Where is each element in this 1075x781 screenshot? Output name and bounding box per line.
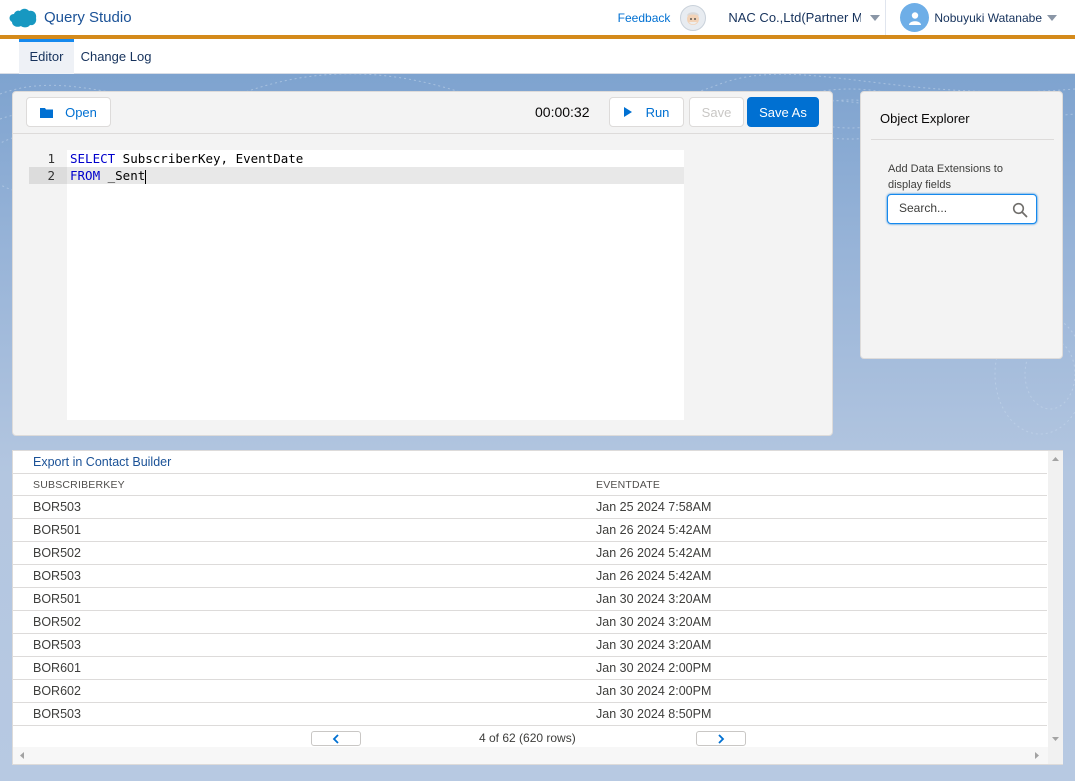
table-row[interactable]: BOR502 Jan 30 2024 3:20AM bbox=[13, 611, 1047, 634]
folder-icon bbox=[40, 107, 54, 118]
table-row[interactable]: BOR601 Jan 30 2024 2:00PM bbox=[13, 657, 1047, 680]
cell-eventdate: Jan 30 2024 3:20AM bbox=[596, 592, 712, 606]
column-header-subscriberkey[interactable]: SUBSCRIBERKEY bbox=[33, 479, 125, 491]
next-page-button[interactable] bbox=[696, 731, 746, 746]
save-button[interactable]: Save bbox=[689, 97, 744, 127]
save-as-button[interactable]: Save As bbox=[747, 97, 819, 127]
table-row[interactable]: BOR602 Jan 30 2024 2:00PM bbox=[13, 680, 1047, 703]
cell-eventdate: Jan 30 2024 2:00PM bbox=[596, 661, 712, 675]
feedback-link[interactable]: Feedback bbox=[618, 11, 671, 25]
app-title: Query Studio bbox=[44, 9, 132, 26]
data-extension-search[interactable] bbox=[887, 194, 1037, 224]
header-controls: Feedback NAC Co.,Ltd(Partner M... Nobuyu… bbox=[618, 0, 1075, 35]
object-explorer-panel: Object Explorer Add Data Extensions to d… bbox=[860, 91, 1063, 359]
scroll-right-icon[interactable] bbox=[1031, 748, 1043, 763]
tab-editor[interactable]: Editor bbox=[19, 39, 74, 74]
code-line-active: 2 FROM _Sent bbox=[29, 167, 684, 184]
tab-bar: Editor Change Log bbox=[0, 39, 1075, 74]
cell-eventdate: Jan 30 2024 3:20AM bbox=[596, 615, 712, 629]
cell-eventdate: Jan 26 2024 5:42AM bbox=[596, 569, 712, 583]
cloud-logo-icon bbox=[9, 8, 37, 27]
cell-eventdate: Jan 26 2024 5:42AM bbox=[596, 546, 712, 560]
cell-eventdate: Jan 30 2024 3:20AM bbox=[596, 638, 712, 652]
open-button-label: Open bbox=[65, 104, 97, 120]
query-timer: 00:00:32 bbox=[535, 104, 590, 120]
line-number: 2 bbox=[29, 167, 67, 184]
table-row[interactable]: BOR502 Jan 26 2024 5:42AM bbox=[13, 542, 1047, 565]
cell-subscriberkey: BOR501 bbox=[33, 592, 81, 606]
einstein-avatar-icon[interactable] bbox=[680, 4, 707, 31]
play-icon bbox=[623, 107, 632, 117]
line-gutter bbox=[29, 150, 67, 420]
cell-subscriberkey: BOR503 bbox=[33, 500, 81, 514]
sql-text: SubscriberKey, EventDate bbox=[115, 151, 304, 166]
search-icon[interactable] bbox=[1012, 202, 1028, 218]
table-row[interactable]: BOR503 Jan 25 2024 7:58AM bbox=[13, 496, 1047, 519]
run-button[interactable]: Run bbox=[609, 97, 684, 127]
cell-subscriberkey: BOR502 bbox=[33, 615, 81, 629]
table-row[interactable]: BOR503 Jan 30 2024 8:50PM bbox=[13, 703, 1047, 726]
global-header: Query Studio Feedback NAC Co.,Ltd(Partne… bbox=[0, 0, 1075, 35]
user-avatar-icon[interactable] bbox=[900, 3, 930, 32]
user-menu[interactable]: Nobuyuki Watanabe bbox=[934, 11, 1042, 25]
vertical-scrollbar[interactable] bbox=[1048, 451, 1063, 764]
horizontal-scrollbar[interactable] bbox=[13, 747, 1048, 764]
column-header-eventdate[interactable]: EVENTDATE bbox=[596, 479, 660, 491]
scroll-down-icon[interactable] bbox=[1048, 733, 1063, 745]
pager-status: 4 of 62 (620 rows) bbox=[479, 731, 576, 745]
divider bbox=[871, 139, 1054, 140]
cell-subscriberkey: BOR602 bbox=[33, 684, 81, 698]
cell-eventdate: Jan 30 2024 8:50PM bbox=[596, 707, 712, 721]
sql-text: _Sent bbox=[100, 168, 146, 183]
cell-subscriberkey: BOR503 bbox=[33, 638, 81, 652]
code-text: SELECT SubscriberKey, EventDate bbox=[70, 150, 303, 167]
cell-subscriberkey: BOR503 bbox=[33, 707, 81, 721]
sql-keyword: SELECT bbox=[70, 151, 116, 166]
divider bbox=[885, 0, 887, 35]
table-row[interactable]: BOR501 Jan 30 2024 3:20AM bbox=[13, 588, 1047, 611]
tab-change-log[interactable]: Change Log bbox=[80, 39, 152, 74]
object-explorer-title: Object Explorer bbox=[880, 111, 970, 126]
cell-subscriberkey: BOR501 bbox=[33, 523, 81, 537]
object-explorer-help: Add Data Extensions to display fields bbox=[888, 163, 1003, 191]
table-row[interactable]: BOR503 Jan 30 2024 3:20AM bbox=[13, 634, 1047, 657]
sql-keyword: FROM bbox=[70, 168, 101, 183]
text-cursor bbox=[145, 169, 147, 184]
chevron-right-icon bbox=[718, 733, 725, 744]
results-header-row: SUBSCRIBERKEY EVENTDATE bbox=[13, 474, 1047, 496]
export-contact-builder-link[interactable]: Export in Contact Builder bbox=[33, 455, 171, 469]
table-row[interactable]: BOR503 Jan 26 2024 5:42AM bbox=[13, 565, 1047, 588]
cell-eventdate: Jan 26 2024 5:42AM bbox=[596, 523, 712, 537]
results-pager: 4 of 62 (620 rows) bbox=[13, 727, 1047, 747]
chevron-down-icon[interactable] bbox=[1047, 14, 1057, 21]
table-row[interactable]: BOR501 Jan 26 2024 5:42AM bbox=[13, 519, 1047, 542]
cell-subscriberkey: BOR503 bbox=[33, 569, 81, 583]
cell-eventdate: Jan 25 2024 7:58AM bbox=[596, 500, 712, 514]
search-input[interactable] bbox=[899, 201, 1009, 215]
scroll-left-icon[interactable] bbox=[16, 748, 28, 763]
account-switcher[interactable]: NAC Co.,Ltd(Partner M... bbox=[728, 10, 861, 25]
cell-subscriberkey: BOR502 bbox=[33, 546, 81, 560]
results-grid-panel: Export in Contact Builder SUBSCRIBERKEY … bbox=[12, 450, 1063, 765]
open-button[interactable]: Open bbox=[26, 97, 111, 127]
cell-subscriberkey: BOR601 bbox=[33, 661, 81, 675]
chevron-left-icon bbox=[332, 733, 339, 744]
chevron-down-icon[interactable] bbox=[870, 14, 881, 21]
code-line: 1 SELECT SubscriberKey, EventDate bbox=[29, 150, 684, 167]
scroll-up-icon[interactable] bbox=[1048, 453, 1063, 465]
line-number: 1 bbox=[47, 151, 55, 166]
run-button-label: Run bbox=[645, 104, 670, 120]
previous-page-button[interactable] bbox=[311, 731, 361, 746]
editor-panel: Open 00:00:32 Run Save Save As 1 SELECT … bbox=[12, 91, 833, 436]
sql-code-editor[interactable]: 1 SELECT SubscriberKey, EventDate 2 FROM… bbox=[29, 150, 684, 420]
editor-toolbar: Open 00:00:32 Run Save Save As bbox=[13, 92, 832, 134]
brand: Query Studio bbox=[0, 8, 132, 28]
cell-eventdate: Jan 30 2024 2:00PM bbox=[596, 684, 712, 698]
code-text: FROM _Sent bbox=[70, 167, 147, 184]
